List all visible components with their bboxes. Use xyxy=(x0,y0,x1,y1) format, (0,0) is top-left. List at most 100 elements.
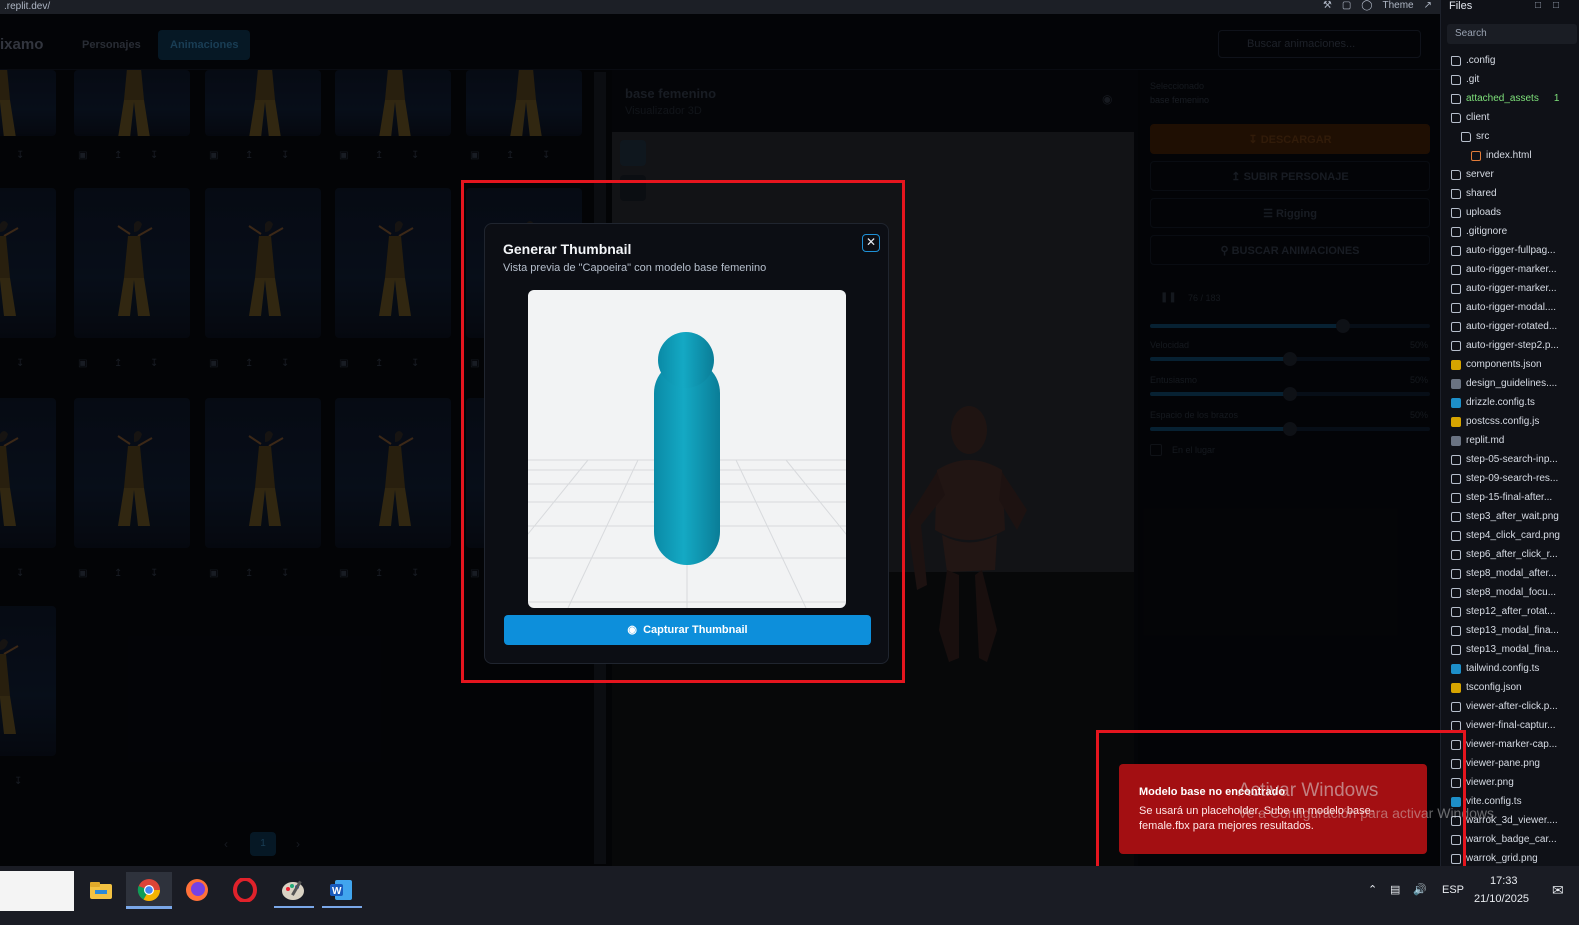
devices-icon[interactable]: ▢ xyxy=(1342,0,1351,11)
file-icon xyxy=(1451,283,1461,294)
notifications-icon[interactable]: ✉ xyxy=(1552,882,1564,899)
opera-icon[interactable] xyxy=(222,872,268,908)
file-name: warrok_badge_car... xyxy=(1466,834,1557,845)
file-tree-item[interactable]: auto-rigger-step2.p... xyxy=(1451,336,1559,355)
file-icon xyxy=(1451,340,1461,351)
file-tree-item[interactable]: step12_after_rotat... xyxy=(1451,602,1556,621)
file-tree-item[interactable]: warrok_badge_car... xyxy=(1451,830,1557,849)
word-icon[interactable]: W xyxy=(318,872,364,908)
highlight-box-modal xyxy=(461,180,905,683)
file-tree-item[interactable]: uploads xyxy=(1451,203,1501,222)
file-tree-item[interactable]: .gitignore xyxy=(1451,222,1507,241)
file-name: .gitignore xyxy=(1466,226,1508,237)
file-tree-item[interactable]: viewer-final-captur... xyxy=(1451,716,1555,735)
file-tree-item[interactable]: step13_modal_fina... xyxy=(1451,640,1559,659)
file-tree-item[interactable]: shared xyxy=(1451,184,1497,203)
new-file-icon[interactable]: □ xyxy=(1535,0,1541,11)
file-tree-item[interactable]: tailwind.config.ts xyxy=(1451,659,1539,678)
file-tree-item[interactable]: step-15-final-after... xyxy=(1451,488,1552,507)
file-name: auto-rigger-step2.p... xyxy=(1466,340,1559,351)
folder-icon xyxy=(1451,188,1461,199)
folder-icon xyxy=(1451,93,1461,104)
clock-time[interactable]: 17:33 xyxy=(1490,875,1518,887)
file-icon xyxy=(1451,378,1461,389)
file-tree-item[interactable]: src xyxy=(1461,127,1489,146)
file-icon xyxy=(1451,226,1461,237)
file-tree-item[interactable]: postcss.config.js xyxy=(1451,412,1539,431)
chrome-icon[interactable] xyxy=(126,872,172,908)
new-folder-icon[interactable]: □ xyxy=(1553,0,1559,11)
file-name: warrok_grid.png xyxy=(1466,853,1538,864)
file-name: server xyxy=(1466,169,1494,180)
file-name: step-05-search-inp... xyxy=(1466,454,1558,465)
file-tree-item[interactable]: server xyxy=(1451,165,1494,184)
file-icon xyxy=(1451,321,1461,332)
file-icon xyxy=(1451,492,1461,503)
clock-date[interactable]: 21/10/2025 xyxy=(1474,893,1529,905)
file-tree-item[interactable]: drizzle.config.ts xyxy=(1451,393,1535,412)
file-tree-item[interactable]: step8_modal_after... xyxy=(1451,564,1557,583)
file-tree-item[interactable]: step13_modal_fina... xyxy=(1451,621,1559,640)
file-icon xyxy=(1451,397,1461,408)
file-name: replit.md xyxy=(1466,435,1505,446)
file-name: .config xyxy=(1466,55,1496,66)
file-name: step8_modal_focu... xyxy=(1466,587,1557,598)
file-tree-item[interactable]: attached_assets 1 xyxy=(1451,89,1559,108)
file-tree-item[interactable]: components.json xyxy=(1451,355,1542,374)
network-icon[interactable]: ▤ xyxy=(1390,883,1400,896)
file-name: tailwind.config.ts xyxy=(1466,663,1540,674)
file-tree-item[interactable]: client xyxy=(1451,108,1489,127)
file-name: .git xyxy=(1466,74,1480,85)
file-name: step13_modal_fina... xyxy=(1466,644,1559,655)
tray-expand-icon[interactable]: ⌃ xyxy=(1368,883,1377,896)
file-name: step12_after_rotat... xyxy=(1466,606,1556,617)
file-tree-item[interactable]: design_guidelines.... xyxy=(1451,374,1557,393)
file-icon xyxy=(1451,511,1461,522)
wrench-icon[interactable]: ⚒ xyxy=(1323,0,1332,11)
file-tree-item[interactable]: step-09-search-res... xyxy=(1451,469,1558,488)
file-tree-item[interactable]: step-05-search-inp... xyxy=(1451,450,1558,469)
files-search-input[interactable]: Search xyxy=(1447,24,1577,44)
firefox-icon[interactable] xyxy=(174,872,220,908)
file-tree-item[interactable]: replit.md xyxy=(1451,431,1504,450)
language-indicator[interactable]: ESP xyxy=(1442,884,1464,896)
file-tree-item[interactable]: auto-rigger-modal.... xyxy=(1451,298,1556,317)
file-icon xyxy=(1451,530,1461,541)
file-tree-item[interactable]: tsconfig.json xyxy=(1451,678,1522,697)
file-tree-item[interactable]: step3_after_wait.png xyxy=(1451,507,1559,526)
file-name: step13_modal_fina... xyxy=(1466,625,1559,636)
volume-icon[interactable]: 🔊 xyxy=(1413,883,1427,896)
file-tree-item[interactable]: viewer-after-click.p... xyxy=(1451,697,1558,716)
file-icon xyxy=(1451,587,1461,598)
file-tree-item[interactable]: .git xyxy=(1451,70,1479,89)
file-tree-item[interactable]: auto-rigger-rotated... xyxy=(1451,317,1557,336)
file-tree-item[interactable]: step8_modal_focu... xyxy=(1451,583,1556,602)
highlight-box-toast xyxy=(1096,730,1466,884)
file-icon xyxy=(1451,568,1461,579)
file-badge: 1 xyxy=(1553,93,1560,104)
file-name: shared xyxy=(1466,188,1497,199)
file-name: auto-rigger-modal.... xyxy=(1466,302,1557,313)
file-tree-item[interactable]: step4_click_card.png xyxy=(1451,526,1560,545)
file-name: design_guidelines.... xyxy=(1466,378,1558,389)
file-tree-item[interactable]: step6_after_click_r... xyxy=(1451,545,1558,564)
file-icon xyxy=(1451,416,1461,427)
file-tree-item[interactable]: auto-rigger-marker... xyxy=(1451,260,1557,279)
file-tree-item[interactable]: index.html xyxy=(1471,146,1532,165)
file-tree-item[interactable]: auto-rigger-fullpag... xyxy=(1451,241,1556,260)
taskbar-search-box[interactable] xyxy=(0,871,74,911)
file-tree-item[interactable]: auto-rigger-marker... xyxy=(1451,279,1557,298)
file-explorer-icon[interactable] xyxy=(78,872,124,908)
file-name: viewer-marker-cap... xyxy=(1466,739,1558,750)
file-name: step4_click_card.png xyxy=(1466,530,1560,541)
file-tree-item[interactable]: .config xyxy=(1451,51,1495,70)
palette-icon[interactable]: ◯ xyxy=(1361,0,1372,11)
open-external-icon[interactable]: ↗ xyxy=(1424,0,1432,11)
file-name: tsconfig.json xyxy=(1466,682,1522,693)
file-name: step-15-final-after... xyxy=(1466,492,1553,503)
url-text[interactable]: .replit.dev/ xyxy=(4,1,50,12)
paint-icon[interactable] xyxy=(270,872,316,908)
file-tree-item[interactable]: viewer-marker-cap... xyxy=(1451,735,1557,754)
theme-label[interactable]: Theme xyxy=(1382,0,1413,11)
file-name: step3_after_wait.png xyxy=(1466,511,1559,522)
